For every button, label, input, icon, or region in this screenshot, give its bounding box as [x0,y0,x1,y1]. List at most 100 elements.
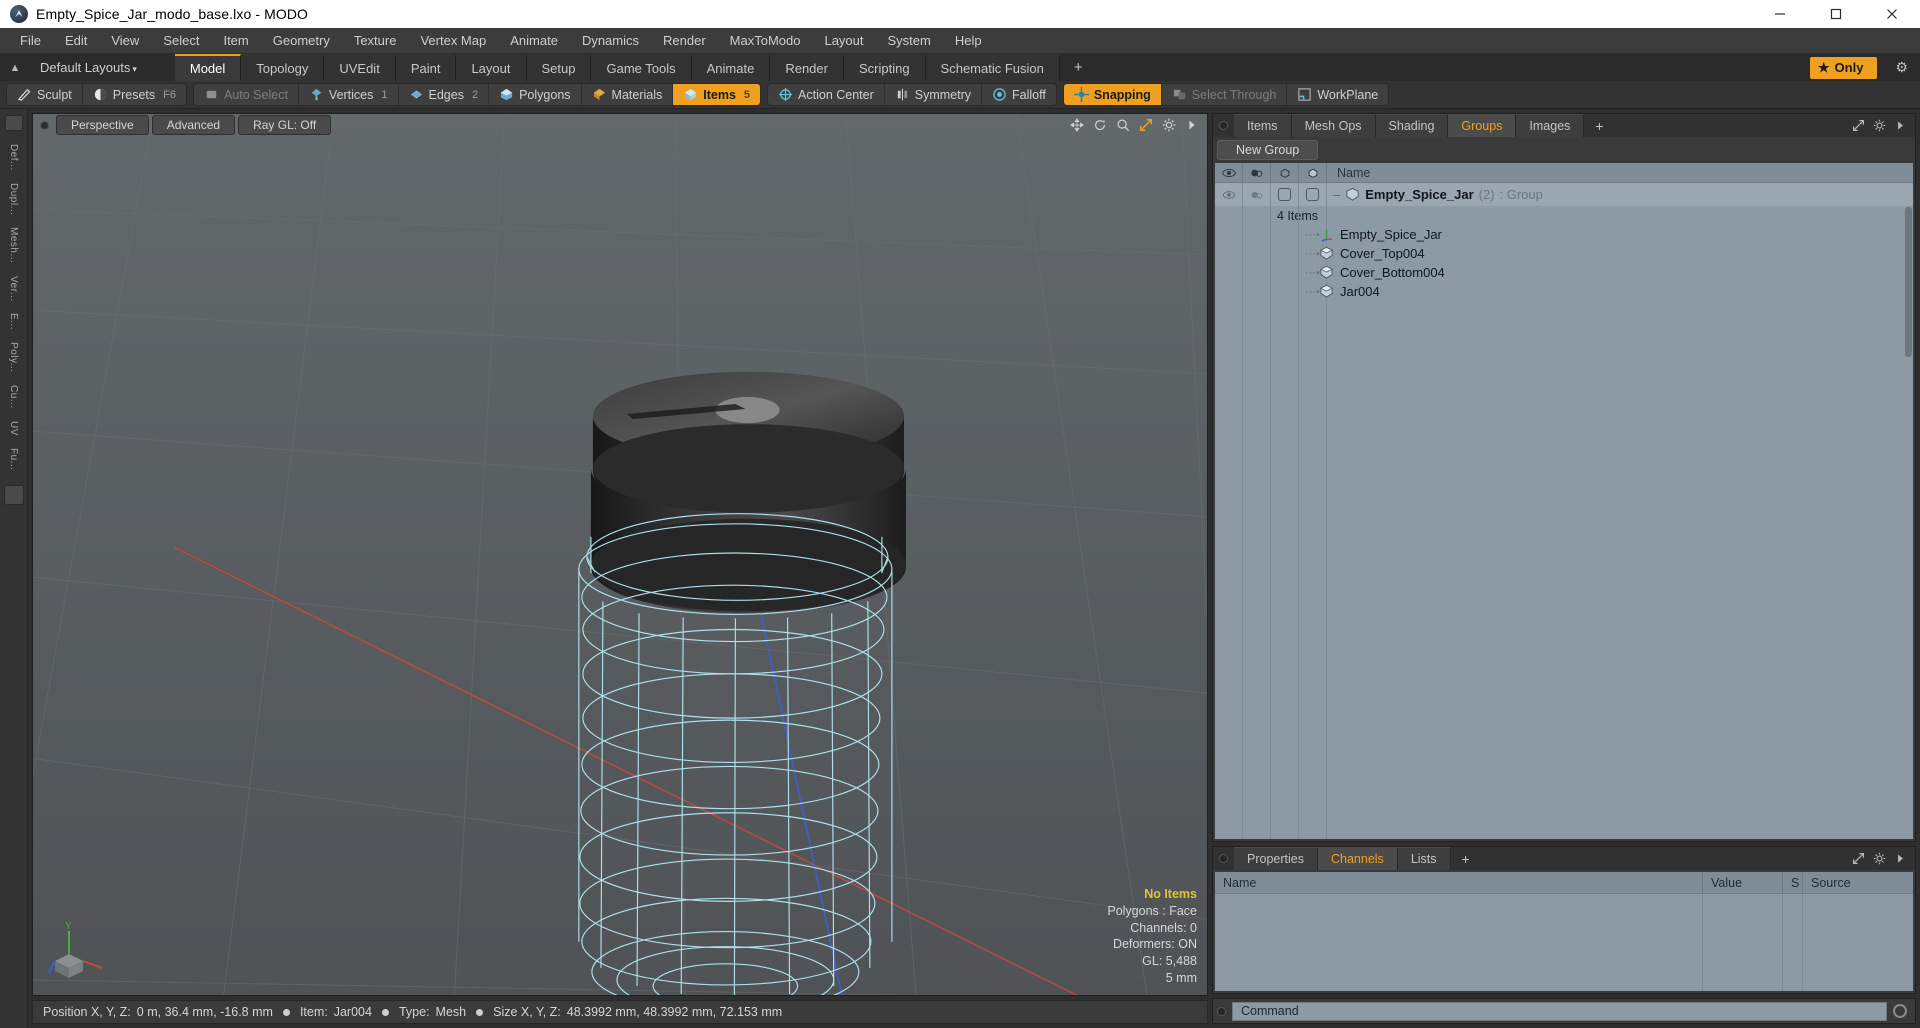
select-through-button[interactable]: Select Through [1162,84,1288,105]
viewport-shading-dropdown[interactable]: Advanced [151,115,236,135]
groups-panel-menu-dot[interactable] [1219,121,1228,130]
vertices-button[interactable]: Vertices 1 [299,84,399,105]
edges-button[interactable]: Edges 2 [399,84,490,105]
zoom-icon[interactable] [1116,118,1130,132]
close-button[interactable] [1864,0,1920,28]
arrow-right-icon[interactable] [1894,852,1907,865]
expand-icon[interactable] [1852,119,1865,132]
record-icon[interactable] [1893,1004,1907,1018]
list-item[interactable]: ⋯▪ Cover_Bottom004 [1215,263,1913,282]
tab-setup[interactable]: Setup [526,54,592,81]
menu-maxtomodo[interactable]: MaxToModo [718,30,813,51]
channels-panel-menu-dot[interactable] [1219,854,1228,863]
rotate-icon[interactable] [1093,118,1107,132]
viewport-raygl-dropdown[interactable]: Ray GL: Off [238,115,332,135]
tab-model[interactable]: Model [174,54,242,81]
tab-lists[interactable]: Lists [1397,847,1451,870]
rail-top-button[interactable] [4,115,23,131]
menu-help[interactable]: Help [943,30,994,51]
column-value[interactable]: Value [1703,872,1783,893]
auto-select-button[interactable]: Auto Select [194,84,299,105]
rail-item-duplicate[interactable]: Dupl... [8,178,19,220]
row-shading-toggle[interactable] [1243,183,1271,206]
rail-item-vertex[interactable]: Ver... [8,271,19,307]
tab-groups[interactable]: Groups [1448,114,1517,137]
eye-icon[interactable] [1215,163,1243,182]
move-icon[interactable] [1070,118,1084,132]
tab-mesh-ops[interactable]: Mesh Ops [1291,114,1376,137]
list-item[interactable]: ⋯▪ Cover_Top004 [1215,244,1913,263]
column-source[interactable]: Source [1803,872,1913,893]
menu-geometry[interactable]: Geometry [261,30,342,51]
materials-button[interactable]: Materials [582,84,674,105]
menu-system[interactable]: System [876,30,943,51]
command-menu-dot[interactable] [1217,1006,1226,1016]
menu-item[interactable]: Item [211,30,260,51]
tab-images[interactable]: Images [1516,114,1585,137]
menu-view[interactable]: View [99,30,151,51]
default-layouts-dropdown[interactable]: Default Layouts ▾ [30,60,147,75]
rail-bottom-button[interactable] [3,485,24,506]
wireframe-icon[interactable] [1271,163,1299,182]
list-item[interactable]: ⋯▪ Empty_Spice_Jar [1215,225,1913,244]
rail-item-polygon[interactable]: Poly... [8,337,19,378]
menu-file[interactable]: File [8,30,53,51]
tab-uvedit[interactable]: UVEdit [324,54,396,81]
column-name[interactable]: Name [1215,872,1703,893]
row-eye-toggle[interactable] [1215,183,1243,206]
tab-shading[interactable]: Shading [1375,114,1449,137]
rail-item-uv[interactable]: UV [8,416,19,441]
arrow-right-icon[interactable] [1185,118,1199,132]
rail-item-fusion[interactable]: Fu... [8,443,19,476]
group-row-label[interactable]: – Empty_Spice_Jar (2) : Group [1327,183,1913,206]
shading-icon[interactable] [1243,163,1271,182]
maximize-button[interactable] [1808,0,1864,28]
gear-icon[interactable]: ⚙ [1883,59,1920,76]
viewport-menu-dot[interactable] [40,120,49,130]
add-lower-tab-button[interactable]: + [1451,847,1481,870]
workplane-button[interactable]: WorkPlane [1287,84,1388,105]
menu-vertex-map[interactable]: Vertex Map [408,30,498,51]
fit-icon[interactable] [1139,118,1153,132]
table-row[interactable]: – Empty_Spice_Jar (2) : Group [1215,183,1913,206]
gear-icon[interactable] [1873,119,1886,132]
tab-scripting[interactable]: Scripting [843,54,926,81]
snapping-button[interactable]: Snapping [1063,84,1162,105]
layout-up-arrow-icon[interactable]: ▲ [0,62,30,74]
menu-animate[interactable]: Animate [498,30,570,51]
gear-icon[interactable] [1162,118,1176,132]
falloff-button[interactable]: Falloff [982,84,1056,105]
sculpt-button[interactable]: Sculpt [7,84,83,105]
channels-grid-body[interactable] [1215,894,1913,991]
menu-select[interactable]: Select [151,30,211,51]
groups-tree-scrollbar[interactable] [1905,207,1912,357]
axis-gizmo[interactable]: Y [47,921,107,981]
list-item[interactable]: ⋯▪ Jar004 [1215,282,1913,301]
gear-icon[interactable] [1873,852,1886,865]
groups-tree[interactable]: Name – Empty_Spice_Jar (2): Group 4 Ite… [1215,163,1913,839]
rail-item-deform[interactable]: Def... [8,139,19,176]
add-tab-button[interactable]: + [1060,54,1097,81]
tab-topology[interactable]: Topology [241,54,325,81]
row-render-checkbox[interactable] [1299,183,1327,206]
menu-texture[interactable]: Texture [342,30,409,51]
row-wireframe-checkbox[interactable] [1271,183,1299,206]
command-input[interactable]: Command [1232,1001,1887,1021]
tab-animate[interactable]: Animate [691,54,771,81]
rail-item-edge[interactable]: E... [8,308,19,335]
symmetry-button[interactable]: Symmetry [885,84,983,105]
rail-item-mesh[interactable]: Mesh... [8,222,19,268]
new-group-button[interactable]: New Group [1217,140,1319,160]
add-panel-tab-button[interactable]: + [1584,114,1614,137]
presets-button[interactable]: Presets F6 [83,84,186,105]
action-center-button[interactable]: Action Center [768,84,885,105]
tab-layout[interactable]: Layout [456,54,527,81]
render-icon[interactable] [1299,163,1327,182]
viewport-3d[interactable]: Perspective Advanced Ray GL: Off No Item… [32,113,1208,996]
menu-edit[interactable]: Edit [53,30,99,51]
menu-dynamics[interactable]: Dynamics [570,30,651,51]
only-toggle[interactable]: ★ Only [1809,56,1878,79]
minimize-button[interactable] [1752,0,1808,28]
menu-render[interactable]: Render [651,30,718,51]
tab-game-tools[interactable]: Game Tools [591,54,692,81]
